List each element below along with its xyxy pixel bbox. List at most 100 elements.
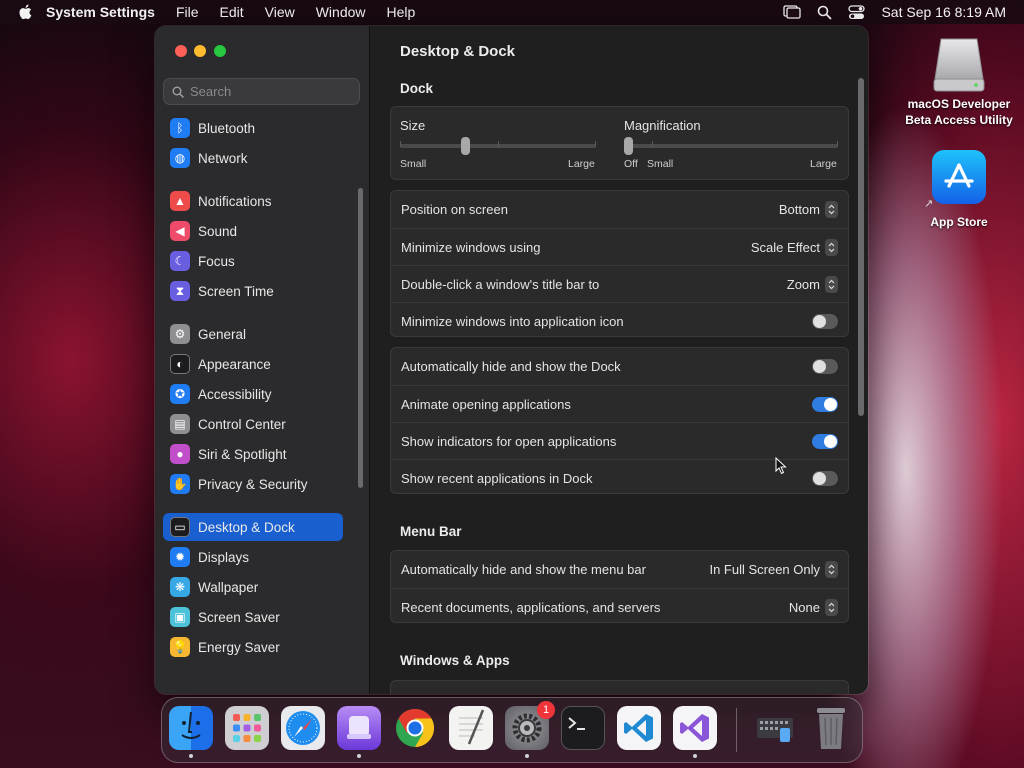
menu-app-name[interactable]: System Settings [46,4,155,20]
zoom-window-button[interactable] [214,45,226,57]
dock-options-group: Position on screen Bottom Minimize windows… [390,190,849,337]
search-icon [172,86,184,98]
dock-textedit[interactable] [449,706,493,750]
page-title: Desktop & Dock [400,43,516,60]
toggle-switch[interactable] [812,313,838,329]
sidebar-item-network[interactable]: ◍ Network [163,144,343,172]
sidebar-item-screen-time[interactable]: ⧗ Screen Time [163,277,343,305]
toggle-knob [813,360,826,373]
running-indicator [357,754,361,758]
sidebar-item-desktop-and-dock[interactable]: ▭ Desktop & Dock [163,513,343,541]
sidebar-item-sound[interactable]: ◀ Sound [163,217,343,245]
search-field[interactable]: Search [163,78,360,105]
magnification-tick [652,141,653,147]
toggle-knob [824,397,837,411]
screen-mirroring-icon[interactable] [783,5,802,19]
magnification-slider-track[interactable] [624,144,838,148]
gear-icon: ⚙ [170,324,190,344]
dock-safari[interactable] [281,706,325,750]
sidebar-item-wallpaper[interactable]: ❋ Wallpaper [163,573,343,601]
sidebar-item-label: General [198,326,247,342]
setting-label: Double-click a window's title bar to [401,276,600,292]
dock: 1 [161,697,863,763]
setting-label: Show recent applications in Dock [401,470,593,486]
dock-visual-studio[interactable] [673,706,717,758]
trash-icon [817,708,845,749]
accessibility-icon: ✪ [170,384,190,404]
dock-terminal[interactable] [561,706,605,750]
content-scrollbar[interactable] [858,78,864,416]
sidebar-item-control-center[interactable]: ▤ Control Center [163,410,343,438]
section-title-windows-apps: Windows & Apps [400,653,510,668]
sidebar-scrollbar[interactable] [358,188,363,488]
size-slider-knob[interactable] [460,137,470,155]
sidebar-item-accessibility[interactable]: ✪ Accessibility [163,380,343,408]
dock-vscode[interactable] [617,706,661,750]
sidebar-item-label: Wallpaper [198,579,259,595]
minimize-window-button[interactable] [194,45,206,57]
toggle-switch[interactable] [812,396,838,412]
sidebar-item-label: Control Center [198,416,286,432]
menu-bar: System Settings File Edit View Window He… [0,0,1024,24]
sidebar-item-notifications[interactable]: ▲ Notifications [163,187,343,215]
sidebar-item-displays[interactable]: ✹ Displays [163,543,343,571]
sidebar-item-privacy-and-security[interactable]: ✋ Privacy & Security [163,470,343,498]
dock-system-settings[interactable]: 1 [505,701,555,758]
magnification-label: Magnification [624,118,701,133]
menu-clock[interactable]: Sat Sep 16 8:19 AM [881,4,1006,20]
wallpaper-icon: ❋ [170,577,190,597]
sidebar-item-screen-saver[interactable]: ▣ Screen Saver [163,603,343,631]
sidebar-item-focus[interactable]: ☾ Focus [163,247,343,275]
setting-label: Minimize windows using [401,239,541,255]
close-window-button[interactable] [175,45,187,57]
toggle-knob [813,314,826,328]
desktop-icon-label-line2: Beta Access Utility [905,113,1013,127]
menu-file[interactable]: File [176,4,199,20]
toggle-switch[interactable] [812,359,838,374]
dock-separator [736,708,737,752]
desktop-icon-beta-utility[interactable]: macOS Developer Beta Access Utility [900,34,1018,128]
dock-simulator[interactable] [337,706,381,758]
sidebar-item-label: Sound [198,223,238,239]
menu-edit[interactable]: Edit [220,4,244,20]
sidebar-item-appearance[interactable]: ◐ Appearance [163,350,343,378]
popup-button[interactable]: Zoom [787,275,838,293]
up-down-chevron-icon [825,561,838,578]
dock-finder[interactable] [169,706,213,758]
sidebar-item-siri-and-spotlight[interactable]: ● Siri & Spotlight [163,440,343,468]
content-pane: Desktop & Dock Dock Size Small Large Mag… [370,26,868,694]
sidebar-item-bluetooth[interactable]: ᛒ Bluetooth [163,114,343,142]
dock-chrome[interactable] [393,706,437,750]
sidebar-item-label: Privacy & Security [198,476,308,492]
spotlight-search-icon[interactable] [817,5,832,20]
dock-downloads-stack[interactable] [753,706,797,750]
sidebar-item-general[interactable]: ⚙ General [163,320,343,348]
toggle-switch[interactable] [812,470,838,486]
sidebar-item-energy-saver[interactable]: 💡 Energy Saver [163,633,343,661]
setting-row-minimize-windows-using: Minimize windows using Scale Effect [391,228,848,265]
sidebar-item-label: Siri & Spotlight [198,446,287,462]
magnification-slider-knob[interactable] [624,137,633,155]
sidebar-list: ᛒ Bluetooth ◍ Network ▲ Notifications ◀ Sound ☾ F… [155,114,355,694]
sidebar-item-label: Appearance [198,356,271,372]
dock-launchpad[interactable] [225,706,269,750]
system-settings-window: Search ᛒ Bluetooth ◍ Network ▲ Notifications ◀… [155,26,868,694]
menu-view[interactable]: View [265,4,295,20]
control-center-icon[interactable] [848,4,866,20]
popup-button[interactable]: None [789,598,838,616]
popup-button[interactable]: In Full Screen Only [709,561,838,578]
up-down-chevron-icon [825,238,838,256]
desktop-icon-app-store[interactable]: ↗ App Store [900,150,1018,230]
size-tick [400,141,401,147]
setting-row-automatically-hide-and-show-the-dock: Automatically hide and show the Dock [391,348,848,385]
popup-button[interactable]: Scale Effect [751,238,838,256]
dock-trash[interactable] [809,706,853,750]
toggle-switch[interactable] [812,433,838,449]
hourglass-icon: ⧗ [170,281,190,301]
menu-window[interactable]: Window [316,4,366,20]
setting-label: Automatically hide and show the menu bar [401,562,646,577]
appearance-icon: ◐ [170,354,190,374]
apple-logo-icon[interactable] [18,4,32,20]
popup-button[interactable]: Bottom [779,201,838,218]
menu-help[interactable]: Help [387,4,416,20]
